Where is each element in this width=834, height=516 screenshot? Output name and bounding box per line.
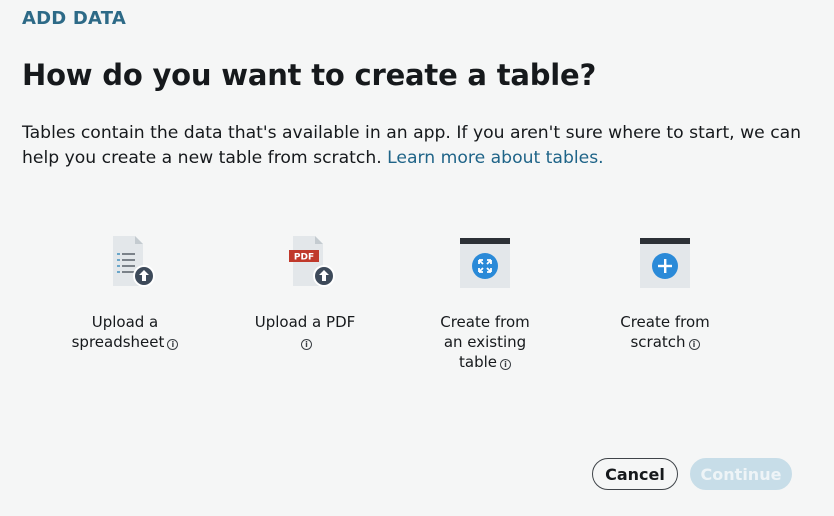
cancel-button[interactable]: Cancel: [592, 458, 678, 490]
option-upload-spreadsheet[interactable]: Upload a spreadsheet i: [60, 234, 190, 352]
pdf-upload-icon: PDF: [240, 234, 370, 292]
option-create-from-existing[interactable]: Create from an existing table i: [420, 234, 550, 372]
option-label: Upload a spreadsheet i: [60, 312, 190, 352]
option-label: Upload a PDF i: [254, 313, 356, 350]
info-icon[interactable]: i: [301, 339, 312, 350]
existing-table-icon: [420, 234, 550, 292]
page-title: How do you want to create a table?: [22, 58, 597, 92]
pdf-badge-text: PDF: [294, 253, 314, 263]
info-icon[interactable]: i: [688, 339, 700, 350]
description: Tables contain the data that's available…: [22, 121, 812, 171]
learn-more-link[interactable]: Learn more about tables.: [387, 148, 604, 168]
new-table-icon: [600, 234, 730, 292]
option-create-from-scratch[interactable]: Create from scratch i: [600, 234, 730, 352]
info-icon[interactable]: i: [500, 359, 511, 370]
option-upload-pdf[interactable]: PDF Upload a PDF i: [240, 234, 370, 352]
option-label: Create from an existing table i: [440, 313, 530, 371]
spreadsheet-upload-icon: [60, 234, 190, 292]
continue-button[interactable]: Continue: [690, 458, 792, 490]
info-icon[interactable]: i: [167, 339, 179, 350]
eyebrow-label: ADD DATA: [22, 8, 126, 29]
option-label: Create from scratch i: [620, 313, 710, 351]
